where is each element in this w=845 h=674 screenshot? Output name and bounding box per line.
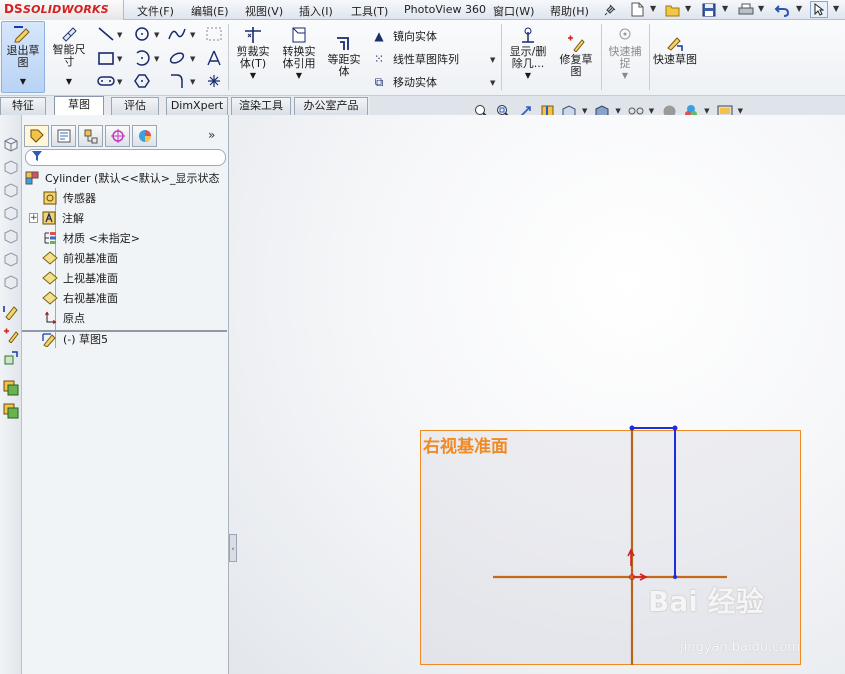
sketch-endpoint[interactable] [629,425,635,431]
sketch-endpoint[interactable] [673,575,677,579]
sketch-origin-icon[interactable] [627,548,648,581]
baidu-watermark: Bai 经验 [648,585,764,618]
sketch-geometry [493,425,727,665]
baidu-watermark-url: jingyan.baidu.com [680,640,800,655]
sketch-endpoint[interactable] [672,425,678,431]
